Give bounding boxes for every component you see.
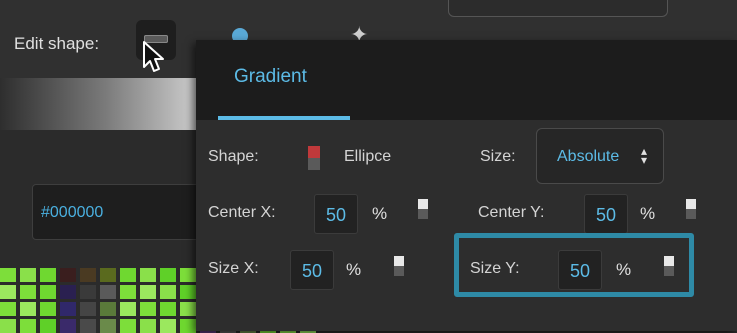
edit-shape-label: Edit shape: — [14, 34, 100, 53]
palette-swatch[interactable] — [80, 268, 96, 282]
palette-swatch[interactable] — [140, 285, 156, 299]
palette-swatch[interactable] — [100, 302, 116, 316]
size-select[interactable]: Absolute ▴ ▾ — [536, 128, 664, 184]
size-y-label: Size Y: — [470, 260, 520, 277]
size-select-value: Absolute — [557, 148, 620, 165]
palette-swatch[interactable] — [180, 285, 196, 299]
hex-color-field[interactable]: #000000 — [32, 184, 212, 240]
size-label: Size: — [480, 148, 516, 165]
palette-swatch[interactable] — [60, 268, 76, 282]
center-x-unit: % — [372, 204, 388, 223]
size-y-value: 50 — [569, 261, 591, 281]
palette-swatch[interactable] — [100, 268, 116, 282]
palette-swatch[interactable] — [0, 285, 16, 299]
palette-swatch[interactable] — [40, 268, 56, 282]
palette-swatch[interactable] — [40, 302, 56, 316]
size-x-input[interactable]: 50 — [290, 250, 334, 290]
size-x-value: 50 — [301, 261, 323, 281]
palette-swatch[interactable] — [180, 302, 196, 316]
size-x-unit: % — [346, 260, 362, 279]
gradient-preview[interactable] — [0, 78, 210, 130]
select-arrows-icon: ▴ ▾ — [641, 144, 648, 167]
palette-swatch[interactable] — [60, 285, 76, 299]
size-x-label: Size X: — [208, 260, 259, 277]
center-x-input[interactable]: 50 — [314, 194, 358, 234]
palette-swatch[interactable] — [80, 285, 96, 299]
size-y-toggle-icon[interactable] — [664, 256, 674, 276]
tab-gradient-label: Gradient — [234, 66, 307, 87]
size-x-toggle-icon[interactable] — [394, 256, 404, 276]
palette-swatch[interactable] — [120, 302, 136, 316]
gradient-popover: Gradient Shape: Ellipce Size: Absolute ▴… — [196, 40, 737, 331]
palette-swatch[interactable] — [20, 268, 36, 282]
center-y-toggle-icon[interactable] — [686, 199, 696, 219]
palette-swatch[interactable] — [140, 268, 156, 282]
center-x-value: 50 — [325, 205, 347, 225]
palette-swatch[interactable] — [60, 302, 76, 316]
palette-swatch[interactable] — [80, 302, 96, 316]
center-y-value: 50 — [595, 205, 617, 225]
shape-swatch-icon[interactable] — [308, 146, 320, 170]
center-x-toggle-icon[interactable] — [418, 199, 428, 219]
center-y-unit: % — [640, 204, 656, 223]
palette-swatch[interactable] — [0, 302, 16, 316]
palette-swatch[interactable] — [140, 302, 156, 316]
tab-gradient[interactable]: Gradient — [218, 40, 350, 120]
size-y-input[interactable]: 50 — [558, 250, 602, 290]
top-right-box — [448, 0, 668, 17]
palette-swatch[interactable] — [20, 285, 36, 299]
palette-swatch[interactable] — [100, 285, 116, 299]
center-y-label: Center Y: — [478, 204, 545, 221]
shape-label: Shape: — [208, 148, 259, 165]
palette-swatch[interactable] — [0, 268, 16, 282]
palette-swatch[interactable] — [20, 302, 36, 316]
shape-value[interactable]: Ellipce — [344, 148, 391, 166]
cursor-arrow-icon — [143, 41, 164, 72]
palette-swatch[interactable] — [120, 268, 136, 282]
tab-active-indicator — [218, 116, 350, 120]
center-x-label: Center X: — [208, 204, 276, 221]
center-y-input[interactable]: 50 — [584, 194, 628, 234]
palette-swatch[interactable] — [180, 268, 196, 282]
palette-swatch[interactable] — [40, 285, 56, 299]
hex-color-value: #000000 — [41, 204, 104, 221]
palette-swatch[interactable] — [120, 285, 136, 299]
palette-swatch[interactable] — [160, 302, 176, 316]
size-y-unit: % — [616, 260, 632, 279]
palette-swatch[interactable] — [160, 268, 176, 282]
palette-swatch[interactable] — [160, 285, 176, 299]
